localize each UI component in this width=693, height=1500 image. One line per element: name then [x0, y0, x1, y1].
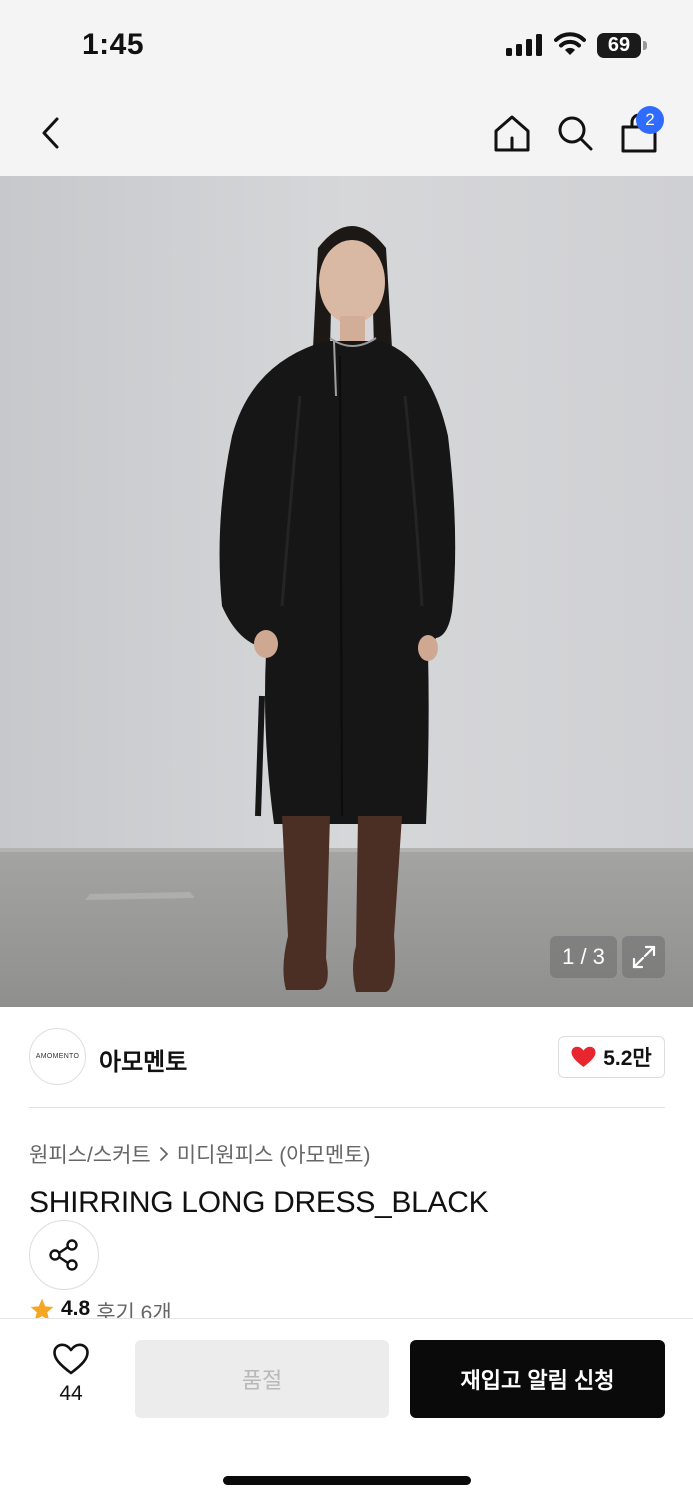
brand-logo[interactable]: AMOMENTO	[29, 1028, 86, 1085]
restock-alert-button[interactable]: 재입고 알림 신청	[410, 1340, 665, 1418]
battery-level: 69	[607, 34, 631, 56]
wifi-icon	[554, 32, 586, 55]
back-button[interactable]	[26, 108, 76, 158]
home-icon	[494, 115, 530, 152]
soldout-button: 품절	[135, 1340, 389, 1418]
heart-filled-icon	[571, 1046, 596, 1067]
expand-icon	[632, 945, 655, 969]
product-image-carousel[interactable]	[0, 176, 693, 1007]
review-count[interactable]: 후기 6개	[96, 1297, 171, 1319]
divider	[29, 1107, 665, 1108]
heart-outline-icon	[53, 1343, 89, 1375]
breadcrumb-item-category[interactable]: 원피스/스커트	[29, 1139, 151, 1169]
signal-icon	[506, 34, 542, 56]
chevron-right-icon	[159, 1147, 168, 1161]
product-photo	[0, 176, 693, 1007]
image-pager: 1 / 3	[550, 936, 617, 978]
status-time: 1:45	[82, 28, 145, 61]
home-button[interactable]	[487, 108, 537, 158]
breadcrumb-item-subcategory[interactable]: 미디원피스 (아모멘토)	[177, 1139, 371, 1169]
search-button[interactable]	[550, 108, 600, 158]
home-indicator	[223, 1476, 471, 1485]
rating-value: 4.8	[61, 1297, 91, 1319]
expand-image-button[interactable]	[622, 936, 665, 978]
cart-count-badge: 2	[636, 106, 664, 134]
status-bar: 1:45 69	[0, 0, 693, 90]
brand-logo-text: AMOMENTO	[35, 1053, 80, 1060]
rating-row[interactable]: 4.8 후기 6개	[29, 1297, 172, 1319]
breadcrumb: 원피스/스커트 미디원피스 (아모멘토)	[29, 1139, 370, 1169]
brand-like-button[interactable]: 5.2만	[558, 1036, 665, 1078]
wishlist-count: 44	[59, 1382, 83, 1405]
battery-icon: 69	[597, 33, 647, 58]
brand-like-count: 5.2만	[603, 1047, 652, 1070]
brand-row[interactable]: AMOMENTO 아모멘토 5.2만	[29, 1028, 665, 1086]
chevron-left-icon	[42, 117, 59, 149]
star-icon	[30, 1298, 54, 1319]
product-title: SHIRRING LONG DRESS_BLACK	[29, 1186, 489, 1219]
wishlist-button[interactable]: 44	[48, 1343, 94, 1406]
share-button[interactable]	[29, 1220, 99, 1290]
share-icon	[49, 1239, 78, 1271]
navigation-bar	[0, 90, 693, 176]
brand-name[interactable]: 아모멘토	[99, 1042, 187, 1077]
search-icon	[558, 116, 593, 151]
